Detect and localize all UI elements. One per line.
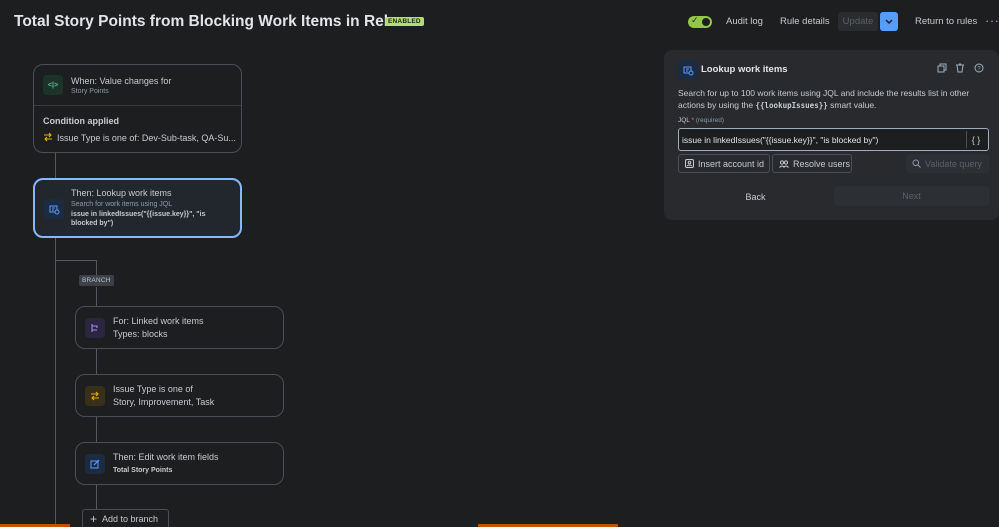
branch-item-detail: Types: blocks <box>113 329 168 339</box>
connector-line <box>96 287 97 306</box>
user-icon <box>685 159 694 168</box>
connector-line <box>55 260 97 261</box>
trigger-card[interactable]: <|> When: Value changes for Story Points… <box>33 64 242 153</box>
connector-line <box>55 238 56 527</box>
branch-item-detail: Total Story Points <box>113 467 173 474</box>
update-dropdown-button[interactable] <box>880 12 898 31</box>
condition-icon <box>85 386 105 406</box>
resolve-users-button[interactable]: Resolve users <box>772 154 852 173</box>
trigger-subtitle: Story Points <box>71 88 109 95</box>
trigger-icon: <|> <box>43 75 63 95</box>
check-icon: ✓ <box>691 15 699 25</box>
next-button[interactable]: Next <box>834 186 989 206</box>
rule-enabled-toggle[interactable]: ✓ <box>688 15 712 28</box>
add-to-branch-label: Add to branch <box>102 514 159 524</box>
connector-line <box>96 260 97 275</box>
rule-header: Total Story Points from Blocking Work It… <box>0 0 999 44</box>
validate-query-label: Validate query <box>925 158 982 169</box>
duplicate-icon[interactable] <box>937 63 947 73</box>
toggle-knob <box>702 18 710 26</box>
smart-value-code: {{lookupIssues}} <box>755 101 828 110</box>
lookup-icon <box>44 199 64 219</box>
validate-query-button[interactable]: Validate query <box>906 154 989 173</box>
return-to-rules-button[interactable]: Return to rules <box>915 16 977 27</box>
help-icon[interactable]: ? <box>974 63 984 73</box>
branch-edit-fields-card[interactable]: Then: Edit work item fields Total Story … <box>75 442 284 485</box>
delete-icon[interactable] <box>955 63 965 73</box>
resolve-users-label: Resolve users <box>793 158 851 169</box>
panel-description: Search for up to 100 work items using JQ… <box>678 87 990 112</box>
branch-item-detail: Story, Improvement, Task <box>113 397 215 407</box>
audit-log-button[interactable]: Audit log <box>726 16 763 27</box>
description-text: smart value. <box>827 100 877 110</box>
plus-icon: + <box>90 512 98 526</box>
connector-line <box>96 417 97 442</box>
connector-line <box>96 349 97 374</box>
code-icon: <|> <box>47 81 59 89</box>
branch-for-linked-items-card[interactable]: For: Linked work items Types: blocks <box>75 306 284 349</box>
jql-input[interactable]: issue in linkedIssues("{{issue.key}}", "… <box>678 128 989 151</box>
card-divider <box>34 105 241 106</box>
rule-details-button[interactable]: Rule details <box>780 16 830 27</box>
more-options-icon[interactable]: ··· <box>985 13 999 28</box>
lookup-subtitle: Search for work items using JQL <box>71 201 173 208</box>
chevron-down-icon <box>885 18 893 24</box>
branch-item-title: Then: Edit work item fields <box>113 452 219 462</box>
page-title: Total Story Points from Blocking Work It… <box>14 13 423 30</box>
lookup-icon <box>678 60 698 80</box>
add-to-branch-button[interactable]: + Add to branch <box>82 509 169 527</box>
branch-item-title: Issue Type is one of <box>113 384 193 394</box>
connector-line <box>96 485 97 509</box>
jql-label-text: JQL <box>678 117 690 124</box>
status-badge: ENABLED <box>385 17 424 26</box>
lookup-config-panel: Lookup work items ? Search for up to 100… <box>664 50 999 220</box>
branch-tag: BRANCH <box>79 275 114 286</box>
edit-icon <box>85 454 105 474</box>
lookup-work-items-card[interactable]: Then: Lookup work items Search for work … <box>33 178 242 238</box>
branch-icon <box>85 318 105 338</box>
back-button[interactable]: Back <box>678 187 833 206</box>
lookup-detail-line2: blocked by") <box>71 220 114 227</box>
required-star: * <box>691 117 695 124</box>
lookup-title: Then: Lookup work items <box>71 188 172 198</box>
lookup-detail-line1: issue in linkedIssues("{{issue.key}}", "… <box>71 211 206 218</box>
condition-label: Condition applied <box>43 116 119 126</box>
insert-account-id-button[interactable]: Insert account id <box>678 154 770 173</box>
smart-value-braces-button[interactable]: { } <box>966 131 985 148</box>
required-hint: (required) <box>695 117 725 124</box>
jql-field-label: JQL * (required) <box>678 117 724 124</box>
update-button[interactable]: Update <box>838 12 878 31</box>
people-icon <box>779 159 789 168</box>
search-icon <box>912 159 921 168</box>
branch-item-title: For: Linked work items <box>113 316 204 326</box>
insert-account-id-label: Insert account id <box>698 158 765 169</box>
panel-title: Lookup work items <box>701 64 788 75</box>
condition-text: Issue Type is one of: Dev-Sub-task, QA-S… <box>57 133 236 143</box>
trigger-title: When: Value changes for <box>71 76 172 86</box>
connector-line <box>55 153 56 178</box>
swap-icon <box>44 132 52 142</box>
branch-issue-type-condition-card[interactable]: Issue Type is one of Story, Improvement,… <box>75 374 284 417</box>
